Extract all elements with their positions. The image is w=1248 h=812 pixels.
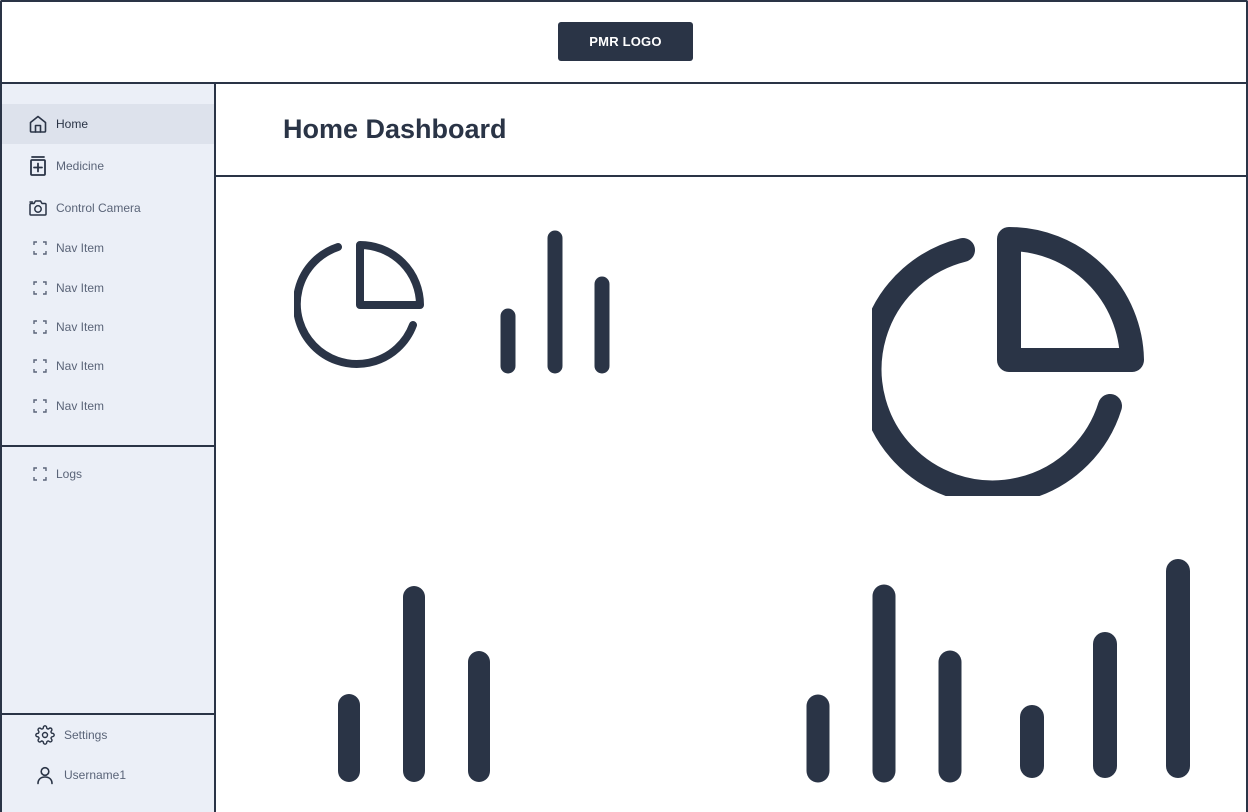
placeholder-icon — [32, 356, 48, 376]
sidebar-item-medicine[interactable]: Medicine — [2, 146, 214, 186]
bar-chart-icon — [338, 586, 490, 782]
sidebar: Home Medicine Control Camera Nav Item Na… — [2, 84, 216, 812]
sidebar-item-label: Settings — [64, 728, 108, 742]
sidebar-item-settings[interactable]: Settings — [2, 715, 214, 755]
sidebar-item-nav-2[interactable]: Nav Item — [2, 268, 214, 308]
sidebar-item-label: Nav Item — [56, 241, 105, 255]
sidebar-item-nav-4[interactable]: Nav Item — [2, 346, 214, 386]
sidebar-item-nav-5[interactable]: Nav Item — [2, 386, 214, 426]
logo[interactable]: PMR LOGO — [558, 22, 693, 61]
page-header: Home Dashboard — [216, 84, 1246, 177]
pie-chart-icon — [872, 227, 1144, 496]
sidebar-item-label: Username1 — [64, 768, 127, 782]
pie-chart-icon — [294, 241, 424, 368]
placeholder-icon — [32, 278, 48, 298]
sidebar-item-nav-1[interactable]: Nav Item — [2, 228, 214, 268]
sidebar-item-label: Nav Item — [56, 281, 105, 295]
app-window: PMR LOGO Home Medicine Control Camera Na… — [0, 0, 1248, 812]
bar-chart-icon — [500, 230, 610, 374]
placeholder-icon — [32, 317, 48, 337]
sidebar-item-label: Home — [56, 117, 89, 131]
sidebar-item-label: Logs — [56, 467, 83, 481]
gear-icon — [34, 724, 56, 746]
sidebar-divider — [2, 445, 214, 447]
sidebar-item-label: Nav Item — [56, 399, 105, 413]
camera-icon — [28, 198, 48, 218]
sidebar-item-nav-3[interactable]: Nav Item — [2, 307, 214, 347]
placeholder-icon — [32, 396, 48, 416]
medicine-icon — [28, 156, 48, 176]
sidebar-item-label: Nav Item — [56, 320, 105, 334]
sidebar-item-logs[interactable]: Logs — [2, 454, 214, 494]
bar-chart-icon — [806, 559, 1190, 783]
sidebar-item-home[interactable]: Home — [2, 104, 214, 144]
sidebar-item-label: Nav Item — [56, 359, 105, 373]
sidebar-item-label: Medicine — [56, 159, 105, 173]
page-title: Home Dashboard — [283, 114, 507, 144]
placeholder-icon — [32, 238, 48, 258]
sidebar-item-label: Control Camera — [56, 201, 141, 215]
sidebar-item-user[interactable]: Username1 — [2, 755, 214, 795]
user-icon — [34, 764, 56, 786]
home-icon — [28, 114, 48, 134]
placeholder-icon — [32, 464, 48, 484]
sidebar-item-control-camera[interactable]: Control Camera — [2, 188, 214, 228]
top-bar: PMR LOGO — [2, 2, 1246, 84]
